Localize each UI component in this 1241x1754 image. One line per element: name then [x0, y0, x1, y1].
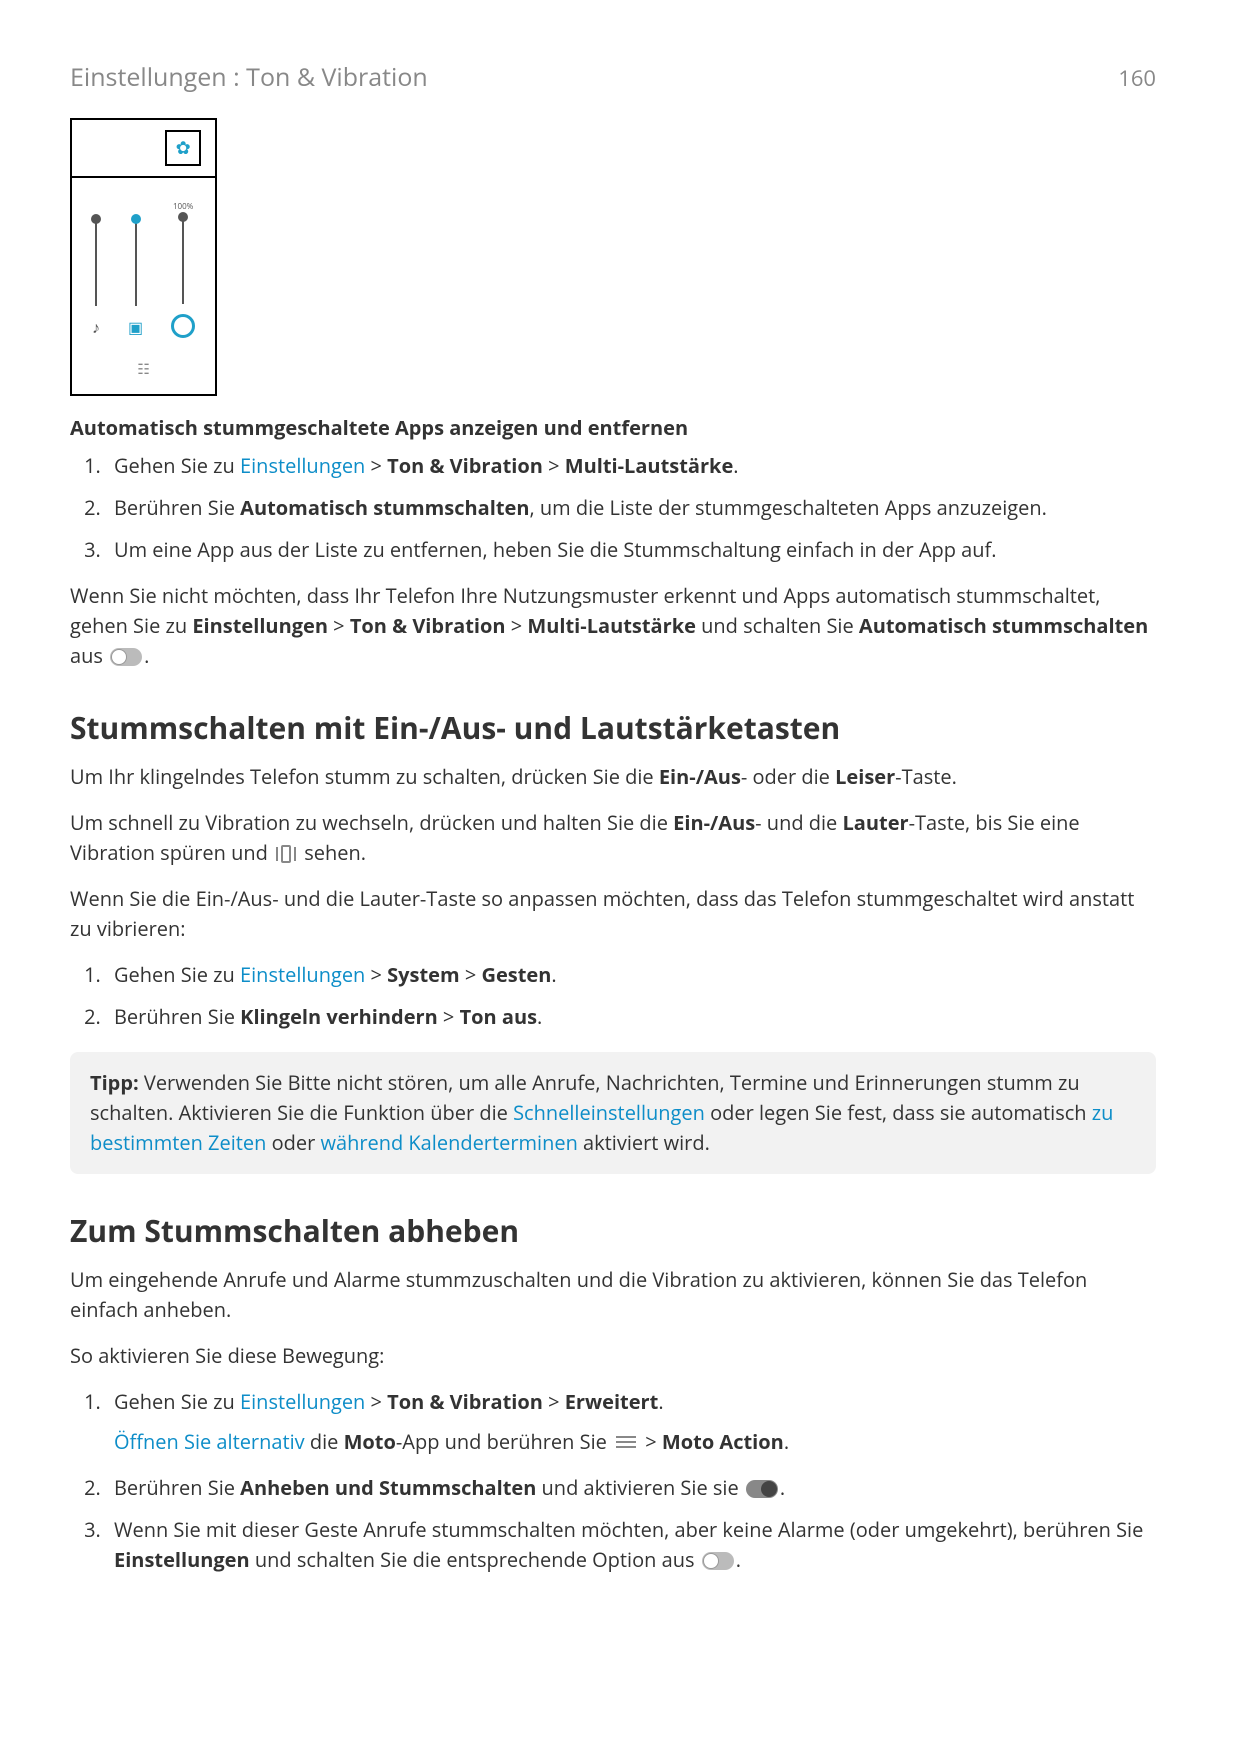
mute-keys-heading: Stummschalten mit Ein-/Aus- und Lautstär…: [70, 707, 1156, 748]
tune-icon: ☷: [72, 344, 215, 394]
list-item: Um eine App aus der Liste zu entfernen, …: [106, 535, 1156, 565]
mute-keys-p3: Wenn Sie die Ein-/Aus- und die Lauter-Ta…: [70, 884, 1156, 944]
calendar-events-link[interactable]: während Kalenderterminen: [320, 1129, 577, 1156]
cast-icon: ▣: [128, 316, 143, 338]
list-item: Gehen Sie zu Einstellungen > Ton & Vibra…: [106, 451, 1156, 481]
pickup-p2: So aktivieren Sie diese Bewegung:: [70, 1341, 1156, 1371]
mute-keys-p2: Um schnell zu Vibration zu wechseln, drü…: [70, 808, 1156, 868]
auto-mute-steps: Gehen Sie zu Einstellungen > Ton & Vibra…: [70, 451, 1156, 565]
list-item: Berühren Sie Automatisch stummschalten, …: [106, 493, 1156, 523]
slider-3: 100%: [171, 201, 195, 338]
header: Einstellungen : Ton & Vibration 160: [70, 60, 1156, 94]
list-item: Berühren Sie Anheben und Stummschalten u…: [106, 1473, 1156, 1503]
list-item: Berühren Sie Klingeln verhindern > Ton a…: [106, 1002, 1156, 1032]
slider-1: ♪: [92, 216, 100, 338]
music-note-icon: ♪: [92, 316, 100, 338]
pickup-step1-sub: Öffnen Sie alternativ die Moto-App und b…: [114, 1427, 1156, 1457]
page: Einstellungen : Ton & Vibration 160 ✿ ♪ …: [0, 0, 1241, 1651]
settings-link[interactable]: Einstellungen: [240, 961, 365, 988]
alternative-open-link[interactable]: Öffnen Sie alternativ: [114, 1428, 305, 1455]
pickup-p1: Um eingehende Anrufe und Alarme stummzus…: [70, 1265, 1156, 1325]
tip-box: Tipp: Verwenden Sie Bitte nicht stören, …: [70, 1052, 1156, 1174]
auto-mute-heading: Automatisch stummgeschaltete Apps anzeig…: [70, 414, 1156, 441]
list-item: Gehen Sie zu Einstellungen > Ton & Vibra…: [106, 1387, 1156, 1457]
hamburger-menu-icon: [616, 1433, 636, 1451]
quick-settings-link[interactable]: Schnelleinstellungen: [513, 1099, 705, 1126]
pickup-mute-heading: Zum Stummschalten abheben: [70, 1210, 1156, 1251]
list-item: Wenn Sie mit dieser Geste Anrufe stummsc…: [106, 1515, 1156, 1575]
settings-link[interactable]: Einstellungen: [240, 452, 365, 479]
volume-panel-figure: ✿ ♪ ▣ 100% ☷: [70, 118, 1156, 396]
slider-value-label: 100%: [173, 201, 193, 212]
toggle-off-icon: [702, 1552, 734, 1570]
page-number: 160: [1118, 63, 1156, 93]
mute-keys-p1: Um Ihr klingelndes Telefon stumm zu scha…: [70, 762, 1156, 792]
auto-mute-paragraph: Wenn Sie nicht möchten, dass Ihr Telefon…: [70, 581, 1156, 671]
slider-2: ▣: [128, 216, 143, 338]
toggle-off-icon: [110, 648, 142, 666]
pickup-steps: Gehen Sie zu Einstellungen > Ton & Vibra…: [70, 1387, 1156, 1575]
list-item: Gehen Sie zu Einstellungen > System > Ge…: [106, 960, 1156, 990]
toggle-on-icon: [746, 1480, 778, 1498]
vibrate-icon: [275, 845, 297, 863]
gear-icon: ✿: [165, 130, 201, 166]
circle-icon: [171, 314, 195, 338]
mute-keys-steps: Gehen Sie zu Einstellungen > System > Ge…: [70, 960, 1156, 1032]
breadcrumb: Einstellungen : Ton & Vibration: [70, 60, 428, 94]
settings-link[interactable]: Einstellungen: [240, 1388, 365, 1415]
